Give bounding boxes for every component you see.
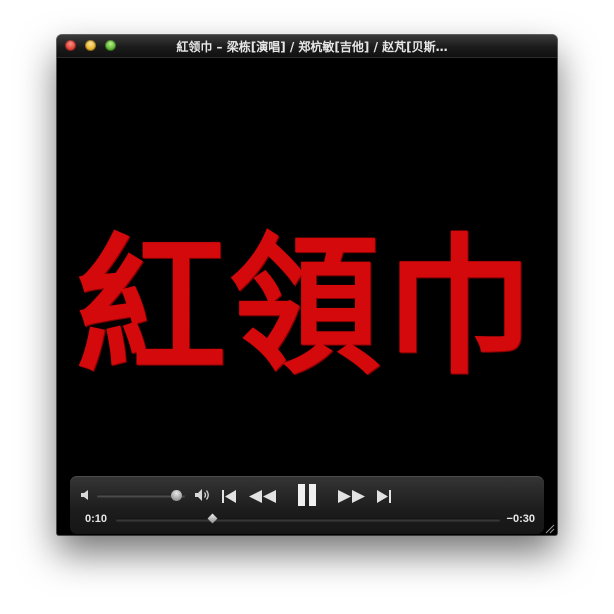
speaker-low-icon[interactable] bbox=[79, 488, 93, 502]
video-area[interactable]: 紅領巾 0:10 −0:30 bbox=[57, 58, 557, 535]
close-button[interactable] bbox=[65, 40, 76, 51]
window-title: 紅领巾 – 梁栋[演唱] / 郑杭敏[吉他] / 赵芃[贝斯… bbox=[176, 40, 448, 54]
volume-slider[interactable] bbox=[97, 490, 185, 501]
playback-controller: 0:10 −0:30 bbox=[70, 476, 544, 534]
speaker-high-icon[interactable] bbox=[194, 487, 212, 503]
rewind-icon[interactable] bbox=[248, 485, 278, 507]
zoom-button[interactable] bbox=[105, 40, 116, 51]
skip-to-end-icon[interactable] bbox=[375, 485, 393, 507]
current-time: 0:10 bbox=[85, 513, 108, 525]
playback-scrubber[interactable] bbox=[116, 513, 500, 524]
resize-grip-icon[interactable] bbox=[543, 521, 555, 534]
title-bar[interactable]: 紅领巾 – 梁栋[演唱] / 郑杭敏[吉他] / 赵芃[贝斯… bbox=[57, 35, 557, 58]
desktop-background: 紅领巾 – 梁栋[演唱] / 郑杭敏[吉他] / 赵芃[贝斯… 紅領巾 0:10… bbox=[0, 0, 614, 614]
player-window: 紅领巾 – 梁栋[演唱] / 郑杭敏[吉他] / 赵芃[贝斯… 紅領巾 0:10… bbox=[57, 35, 557, 535]
remaining-time: −0:30 bbox=[506, 513, 535, 525]
pause-icon[interactable] bbox=[294, 481, 320, 509]
playhead[interactable] bbox=[207, 513, 218, 524]
skip-to-start-icon[interactable] bbox=[220, 485, 238, 507]
fast-forward-icon[interactable] bbox=[336, 485, 366, 507]
minimize-button[interactable] bbox=[85, 40, 96, 51]
video-frame-text: 紅領巾 bbox=[75, 219, 538, 395]
volume-slider-knob[interactable] bbox=[171, 490, 183, 501]
